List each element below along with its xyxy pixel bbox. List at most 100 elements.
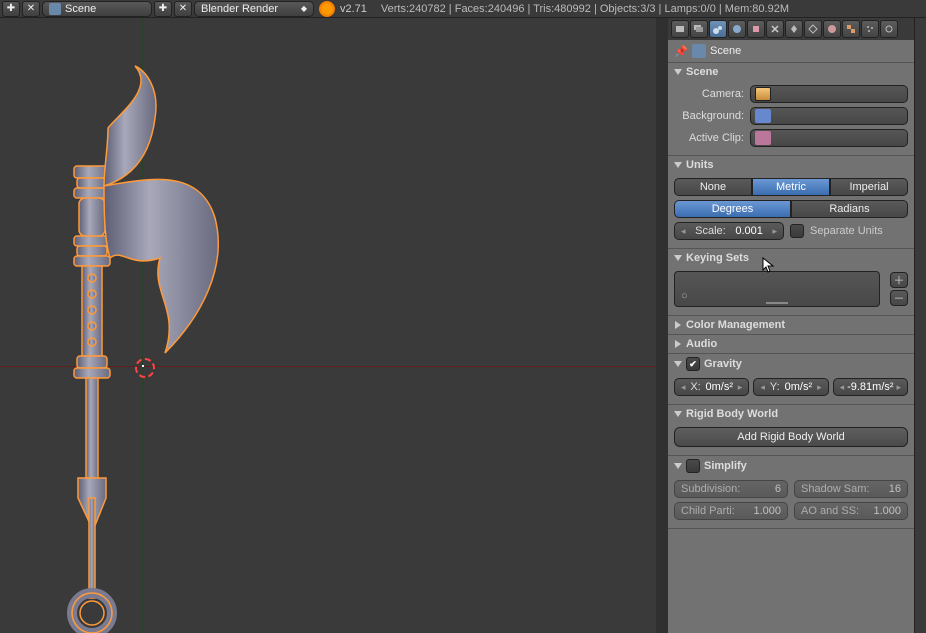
panel-color-management: Color Management — [668, 316, 914, 335]
viewport-scrollbar[interactable] — [656, 18, 668, 633]
keying-add-button[interactable]: ＋ — [890, 272, 908, 288]
tab-texture-icon[interactable] — [842, 20, 860, 38]
panel-scene-title: Scene — [686, 66, 718, 78]
panel-keying-sets: Keying Sets ○ ＋ － — [668, 249, 914, 316]
keying-remove-button[interactable]: － — [890, 290, 908, 306]
simplify-checkbox[interactable] — [686, 459, 700, 473]
panel-color-title: Color Management — [686, 319, 785, 331]
top-header: ✚ ✕ Scene ✚ ✕ Blender Render ◆ v2.71 Ver… — [0, 0, 926, 18]
panel-gravity-title: Gravity — [704, 358, 742, 370]
unit-metric-button[interactable]: Metric — [752, 178, 830, 196]
shadow-samples-field[interactable]: Shadow Sam:16 — [794, 480, 908, 498]
disclosure-icon — [674, 255, 682, 261]
tab-data-icon[interactable] — [804, 20, 822, 38]
scale-label: Scale: — [695, 225, 726, 237]
tab-render-icon[interactable] — [671, 20, 689, 38]
close-editor-button[interactable]: ✕ — [22, 1, 40, 17]
scene-remove-button[interactable]: ✕ — [174, 1, 192, 17]
tab-world-icon[interactable] — [728, 20, 746, 38]
tab-constraints-icon[interactable] — [766, 20, 784, 38]
tab-physics-icon[interactable] — [880, 20, 898, 38]
unit-radians-button[interactable]: Radians — [791, 200, 908, 218]
scale-value: 0.001 — [735, 225, 763, 237]
dropdown-icon: ◆ — [301, 4, 307, 13]
context-header: 📌 Scene — [668, 40, 914, 63]
panel-units: Units None Metric Imperial Degrees Radia… — [668, 156, 914, 249]
panel-simplify-title: Simplify — [704, 460, 747, 472]
scene-icon — [49, 3, 61, 15]
engine-label: Blender Render — [201, 3, 278, 15]
properties-panel: 📌 Scene Scene Camera: Background: Active… — [668, 18, 914, 633]
unit-imperial-button[interactable]: Imperial — [830, 178, 908, 196]
scene-icon — [692, 44, 706, 58]
panel-keying-title: Keying Sets — [686, 252, 749, 264]
panel-audio-header[interactable]: Audio — [668, 335, 914, 353]
list-resize-grip[interactable] — [766, 302, 788, 304]
scene-datablock-select[interactable]: Scene — [42, 1, 152, 17]
panel-gravity-header[interactable]: Gravity — [668, 354, 914, 374]
version-label: v2.71 — [340, 3, 367, 15]
panel-keying-header[interactable]: Keying Sets — [668, 249, 914, 267]
panel-rigidbody: Rigid Body World Add Rigid Body World — [668, 405, 914, 456]
background-field[interactable] — [750, 107, 908, 125]
separate-units-label: Separate Units — [810, 225, 883, 237]
ao-sss-field[interactable]: AO and SS:1.000 — [794, 502, 908, 520]
disclosure-icon — [674, 162, 682, 168]
main-layout: 📌 Scene Scene Camera: Background: Active… — [0, 18, 926, 633]
tab-scene-icon[interactable] — [709, 20, 727, 38]
3d-cursor-icon — [130, 353, 156, 379]
list-empty-icon: ○ — [681, 290, 688, 302]
keying-sets-listbox[interactable]: ○ — [674, 271, 880, 307]
unit-scale-field[interactable]: ◂ Scale: 0.001 ▸ — [674, 222, 784, 240]
properties-scrollbar[interactable] — [914, 18, 926, 633]
chevron-right-icon: ▸ — [772, 226, 777, 237]
camera-label: Camera: — [674, 88, 744, 100]
add-editor-button[interactable]: ✚ — [2, 1, 20, 17]
gravity-z-field[interactable]: ◂-9.81m/s²▸ — [833, 378, 908, 396]
panel-units-header[interactable]: Units — [668, 156, 914, 174]
panel-color-header[interactable]: Color Management — [668, 316, 914, 334]
disclosure-icon — [675, 340, 681, 348]
tab-particles-icon[interactable] — [861, 20, 879, 38]
axe-mesh — [60, 58, 260, 633]
render-engine-select[interactable]: Blender Render ◆ — [194, 1, 314, 17]
tab-modifiers-icon[interactable] — [785, 20, 803, 38]
background-label: Background: — [674, 110, 744, 122]
disclosure-icon — [675, 321, 681, 329]
panel-simplify: Simplify Subdivision:6 Shadow Sam:16 Chi… — [668, 456, 914, 529]
gravity-x-field[interactable]: ◂X:0m/s²▸ — [674, 378, 749, 396]
unit-degrees-button[interactable]: Degrees — [674, 200, 791, 218]
panel-audio-title: Audio — [686, 338, 717, 350]
scene-add-button[interactable]: ✚ — [154, 1, 172, 17]
activeclip-field[interactable] — [750, 129, 908, 147]
3d-viewport[interactable] — [0, 18, 656, 633]
tab-object-icon[interactable] — [747, 20, 765, 38]
disclosure-icon — [674, 69, 682, 75]
disclosure-icon — [674, 411, 682, 417]
tab-renderlayers-icon[interactable] — [690, 20, 708, 38]
disclosure-icon — [674, 463, 682, 469]
angle-unit-row: Degrees Radians — [674, 200, 908, 218]
tab-material-icon[interactable] — [823, 20, 841, 38]
pin-icon[interactable]: 📌 — [674, 45, 688, 58]
world-datablock-icon — [755, 109, 771, 123]
panel-gravity: Gravity ◂X:0m/s²▸ ◂Y:0m/s²▸ ◂-9.81m/s²▸ — [668, 354, 914, 405]
scene-select-label: Scene — [65, 3, 96, 15]
disclosure-icon — [674, 361, 682, 367]
panel-simplify-header[interactable]: Simplify — [668, 456, 914, 476]
add-rigidbody-button[interactable]: Add Rigid Body World — [674, 427, 908, 447]
gravity-checkbox[interactable] — [686, 357, 700, 371]
child-particles-field[interactable]: Child Parti:1.000 — [674, 502, 788, 520]
panel-rigidbody-title: Rigid Body World — [686, 408, 778, 420]
panel-scene: Scene Camera: Background: Active Clip: — [668, 63, 914, 156]
gravity-y-field[interactable]: ◂Y:0m/s²▸ — [753, 378, 828, 396]
unit-system-row: None Metric Imperial — [674, 178, 908, 196]
subdivision-field[interactable]: Subdivision:6 — [674, 480, 788, 498]
panel-scene-header[interactable]: Scene — [668, 63, 914, 81]
panel-audio: Audio — [668, 335, 914, 354]
activeclip-label: Active Clip: — [674, 132, 744, 144]
camera-field[interactable] — [750, 85, 908, 103]
unit-none-button[interactable]: None — [674, 178, 752, 196]
separate-units-checkbox[interactable] — [790, 224, 804, 238]
panel-rigidbody-header[interactable]: Rigid Body World — [668, 405, 914, 423]
